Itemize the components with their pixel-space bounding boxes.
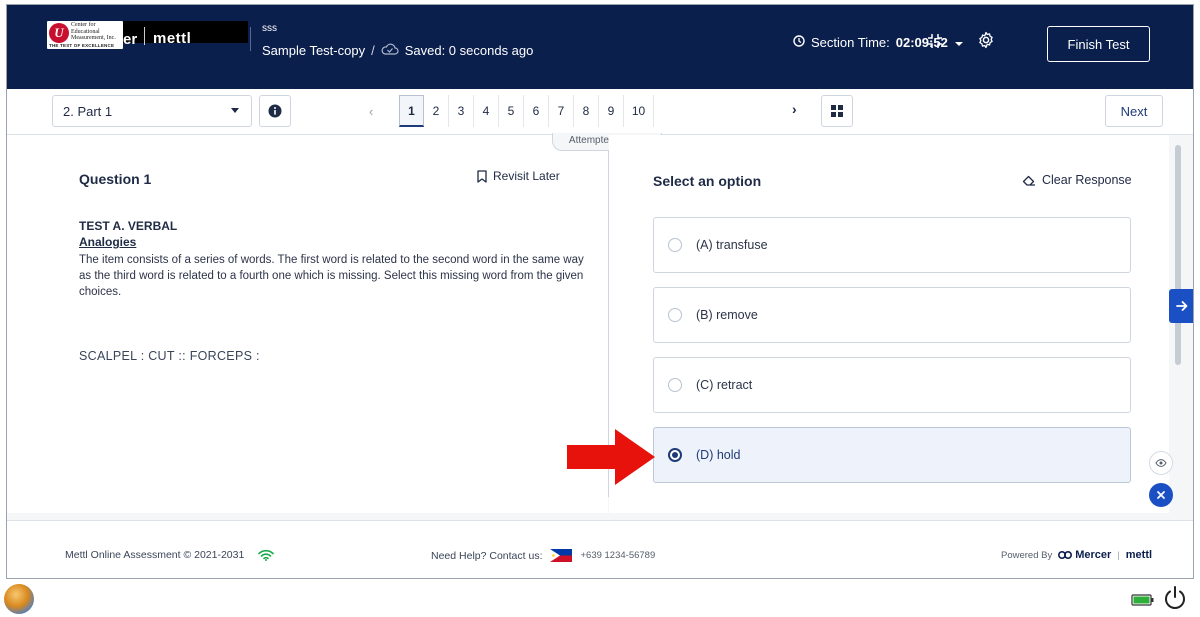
test-subtitle: sss <box>262 23 277 34</box>
page-button[interactable]: 2 <box>424 95 449 127</box>
option-d[interactable]: (D) hold <box>653 427 1131 483</box>
logo-emblem: U <box>49 23 69 43</box>
saved-status: Saved: 0 seconds ago <box>404 43 534 58</box>
next-page-chevron-icon[interactable]: › <box>792 101 797 117</box>
close-icon <box>1157 491 1165 499</box>
prev-page-chevron-icon[interactable]: ‹ <box>369 104 373 119</box>
brand-separator <box>144 27 145 45</box>
footer: Mettl Online Assessment © 2021-2031 Need… <box>7 520 1193 578</box>
help-contact: Need Help? Contact us: +639 1234-56789 <box>431 549 655 562</box>
help-phone: +639 1234-56789 <box>580 550 656 561</box>
grid-icon <box>831 105 843 117</box>
test-title-row: Sample Test-copy / Saved: 0 seconds ago <box>262 43 533 58</box>
timer-dropdown-icon[interactable] <box>954 35 964 50</box>
powered-by: Powered By Mercer | mettl <box>1001 549 1152 561</box>
next-question-side-button[interactable] <box>1169 289 1193 323</box>
gear-icon[interactable] <box>977 31 995 54</box>
option-b[interactable]: (B) remove <box>653 287 1131 343</box>
question-prompt: SCALPEL : CUT :: FORCEPS : <box>79 349 260 363</box>
section-time-label: Section Time: <box>811 35 890 50</box>
eye-button[interactable] <box>1149 451 1173 475</box>
option-label: (C) retract <box>696 378 753 392</box>
help-label: Need Help? Contact us: <box>431 549 543 562</box>
clear-response-label: Clear Response <box>1042 173 1132 187</box>
power-icon[interactable] <box>1162 585 1188 616</box>
option-label: (D) hold <box>696 448 741 462</box>
eraser-icon <box>1022 175 1035 186</box>
option-label: (B) remove <box>696 308 758 322</box>
powered-by-label: Powered By <box>1001 549 1053 561</box>
red-arrow-icon <box>567 429 657 490</box>
close-button[interactable] <box>1149 483 1173 507</box>
exit-fullscreen-icon[interactable] <box>927 33 943 54</box>
radio-button[interactable] <box>668 378 682 392</box>
part-select-value: 2. Part 1 <box>63 103 113 119</box>
cloud-check-icon <box>381 43 399 58</box>
title-separator: / <box>371 43 375 58</box>
eye-icon <box>1155 459 1167 467</box>
page-navigator: 1 2 3 4 5 6 7 8 9 10 <box>399 95 654 127</box>
answer-scrollbar[interactable] <box>1175 145 1181 365</box>
revisit-later-button[interactable]: Revisit Later <box>477 169 560 183</box>
part-select[interactable]: 2. Part 1 <box>52 95 252 127</box>
test-heading: TEST A. VERBAL <box>79 219 178 233</box>
clock-icon <box>793 35 805 50</box>
mercer-logo: Mercer <box>1058 549 1111 561</box>
footer-separator: | <box>1117 549 1120 561</box>
radio-button[interactable] <box>668 308 682 322</box>
globe-app-icon[interactable] <box>4 584 34 614</box>
brand-mettl: mettl <box>153 30 192 47</box>
page-button[interactable]: 3 <box>449 95 474 127</box>
page-button[interactable]: 10 <box>624 95 654 127</box>
info-icon <box>268 104 282 118</box>
page-button[interactable]: 8 <box>574 95 599 127</box>
mettl-footer-logo: mettl <box>1125 549 1153 561</box>
page-button[interactable]: 5 <box>499 95 524 127</box>
page-button[interactable]: 6 <box>524 95 549 127</box>
top-header: U Center for Educational Measurement, In… <box>7 5 1193 89</box>
brand-fragment: er <box>123 31 138 48</box>
radio-button-selected[interactable] <box>668 448 682 462</box>
logo-tagline: THE TEST OF EXCELLENCE <box>49 43 115 48</box>
question-title: Question 1 <box>79 171 152 187</box>
section-subheading: Analogies <box>79 235 137 249</box>
ceam-logo: U Center for Educational Measurement, In… <box>47 21 123 49</box>
test-title: Sample Test-copy <box>262 43 366 58</box>
info-button[interactable] <box>259 95 291 127</box>
question-pane: Question 1 Revisit Later TEST A. VERBAL … <box>7 135 608 513</box>
finish-test-button[interactable]: Finish Test <box>1047 26 1150 62</box>
footer-copyright: Mettl Online Assessment © 2021-2031 <box>65 549 275 561</box>
option-a[interactable]: (A) transfuse <box>653 217 1131 273</box>
logo-org-text: Center for Educational Measurement, Inc. <box>71 22 116 41</box>
page-button[interactable]: 1 <box>399 95 424 127</box>
bookmark-icon <box>477 169 487 183</box>
question-toolbar: 2. Part 1 ‹ 1 2 3 4 5 6 7 8 9 10 › Next <box>7 89 1193 135</box>
page-button[interactable]: 7 <box>549 95 574 127</box>
question-instructions: The item consists of a series of words. … <box>79 254 584 298</box>
header-divider <box>250 27 251 51</box>
select-option-title: Select an option <box>653 173 762 189</box>
philippines-flag-icon <box>550 549 573 562</box>
arrow-right-icon <box>1176 301 1188 311</box>
mercer-mark-icon <box>1058 551 1073 559</box>
clear-response-button[interactable]: Clear Response <box>1022 173 1132 187</box>
page-button[interactable]: 4 <box>474 95 499 127</box>
mercer-text: Mercer <box>1075 549 1112 561</box>
wifi-icon <box>258 549 275 561</box>
chevron-down-icon <box>231 108 239 113</box>
copyright-text: Mettl Online Assessment © 2021-2031 <box>65 549 245 561</box>
battery-icon[interactable] <box>1131 593 1155 611</box>
next-button[interactable]: Next <box>1105 95 1163 127</box>
app-frame: U Center for Educational Measurement, In… <box>6 4 1194 579</box>
answer-pane: Select an option Clear Response (A) tran… <box>609 135 1169 513</box>
page-button[interactable]: 9 <box>599 95 624 127</box>
radio-button[interactable] <box>668 238 682 252</box>
option-c[interactable]: (C) retract <box>653 357 1131 413</box>
question-grid-button[interactable] <box>821 95 853 127</box>
revisit-later-label: Revisit Later <box>493 169 560 183</box>
option-label: (A) transfuse <box>696 238 768 252</box>
